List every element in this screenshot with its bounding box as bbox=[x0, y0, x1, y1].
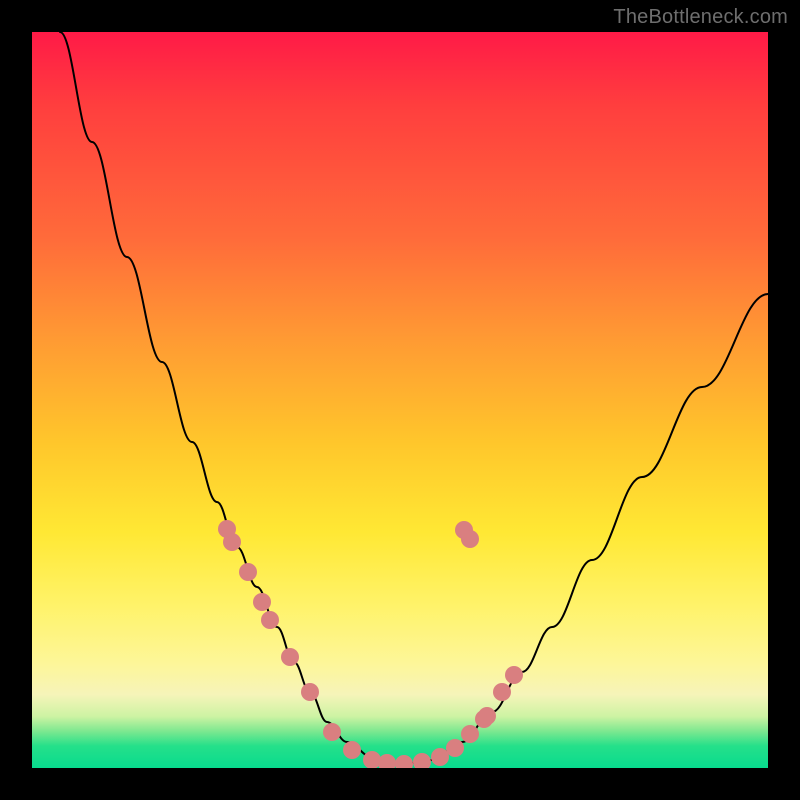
chart-svg bbox=[32, 32, 768, 768]
marker-dot bbox=[446, 739, 464, 757]
marker-dot bbox=[323, 723, 341, 741]
marker-dot bbox=[413, 753, 431, 768]
marker-dot bbox=[378, 754, 396, 768]
marker-dot bbox=[239, 563, 257, 581]
marker-dot bbox=[343, 741, 361, 759]
marker-dot bbox=[493, 683, 511, 701]
marker-dot bbox=[395, 755, 413, 768]
marker-dot bbox=[505, 666, 523, 684]
curve-markers bbox=[218, 520, 523, 768]
marker-dot bbox=[478, 707, 496, 725]
marker-dot bbox=[461, 725, 479, 743]
marker-dot bbox=[301, 683, 319, 701]
curve-line bbox=[60, 32, 768, 764]
chart-frame bbox=[32, 32, 768, 768]
marker-dot bbox=[461, 530, 479, 548]
marker-dot bbox=[281, 648, 299, 666]
watermark-text: TheBottleneck.com bbox=[613, 6, 788, 29]
marker-dot bbox=[253, 593, 271, 611]
marker-dot bbox=[261, 611, 279, 629]
marker-dot bbox=[431, 748, 449, 766]
marker-dot bbox=[223, 533, 241, 551]
